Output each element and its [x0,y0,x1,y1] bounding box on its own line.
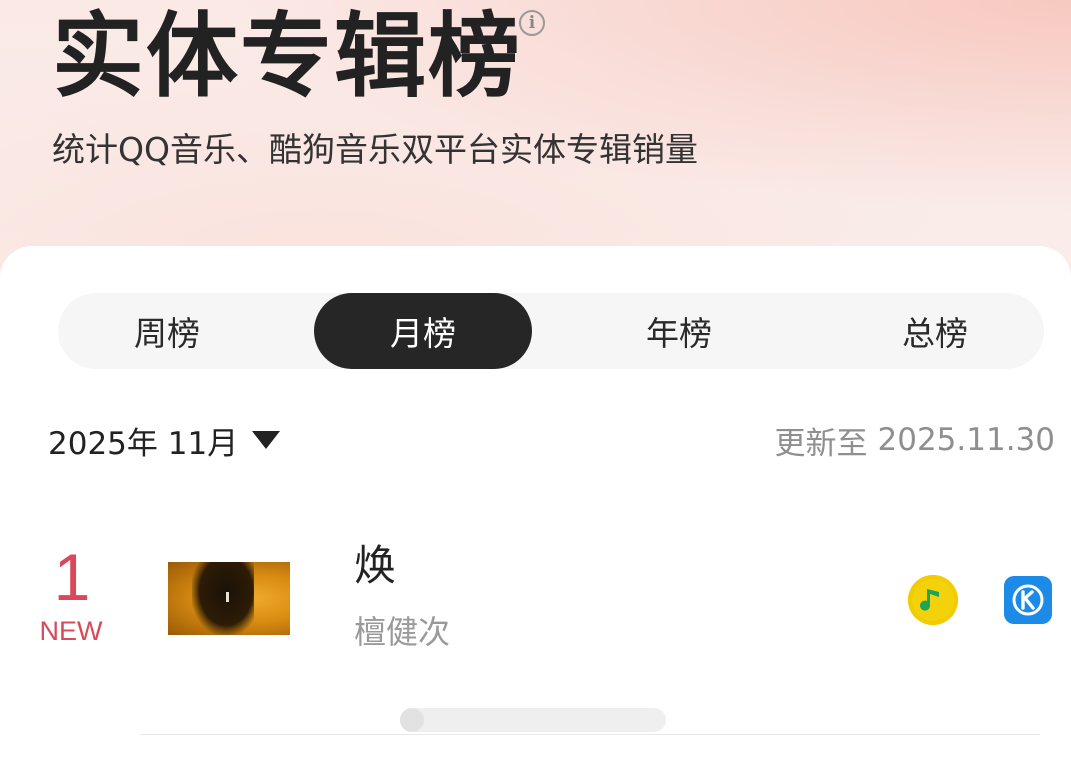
kugou-icon[interactable] [1004,576,1052,624]
info-icon[interactable]: i [519,10,545,36]
album-cover[interactable] [168,562,290,635]
update-date: 2025.11.30 [877,422,1056,458]
music-note-icon [920,589,939,611]
new-badge: NEW [39,616,103,646]
album-title[interactable]: 焕 [354,540,396,592]
date-dropdown[interactable]: 2025年 11月 [48,418,281,462]
tab-yearly[interactable]: 年榜 [570,293,788,369]
rank-number: 1 [53,540,91,614]
artist-name: 檀健次 [354,613,451,651]
update-info: 更新至 2025.11.30 [775,418,1056,462]
qq-music-icon[interactable] [908,575,958,625]
scrollbar-thumb[interactable] [400,708,424,732]
update-label: 更新至 [774,425,868,462]
page-title: 实体专辑榜 [52,3,523,110]
date-dropdown-value: 2025年 11月 [48,425,239,462]
horizontal-scrollbar[interactable] [400,708,666,732]
tab-monthly[interactable]: 月榜 [314,293,532,369]
cover-figure [192,562,254,635]
tab-weekly[interactable]: 周榜 [58,293,276,369]
chart-period-tabs: 周榜 月榜 年榜 总榜 [58,293,1044,369]
row-divider [140,734,1040,735]
tab-all-time[interactable]: 总榜 [826,293,1044,369]
caret-down-icon [252,431,281,449]
page-subtitle: 统计QQ音乐、酷狗音乐双平台实体专辑销量 [52,130,698,169]
kugou-k-icon [1012,584,1044,616]
cover-light [226,592,229,602]
